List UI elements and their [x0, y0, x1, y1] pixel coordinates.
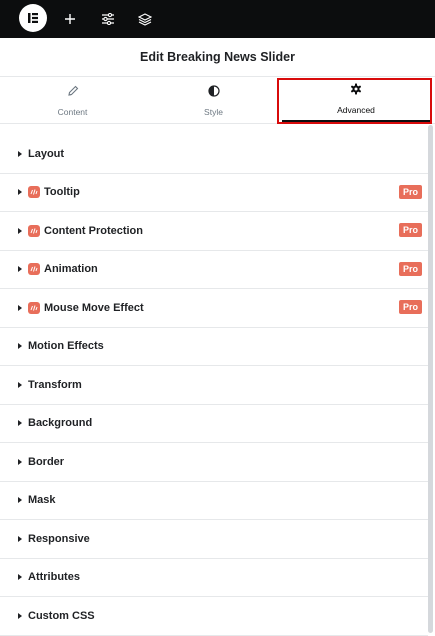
- section-border[interactable]: Border: [0, 443, 428, 482]
- section-transform[interactable]: Transform: [0, 366, 428, 405]
- section-label: Responsive: [28, 532, 90, 545]
- tab-advanced[interactable]: Advanced: [282, 77, 430, 123]
- section-label: Content Protection: [44, 224, 143, 237]
- caret-right-icon: [18, 381, 22, 388]
- section-label: Motion Effects: [28, 340, 104, 353]
- tab-content[interactable]: Content: [0, 77, 145, 123]
- section-layout[interactable]: Layout: [0, 135, 428, 174]
- tab-style[interactable]: Style: [145, 77, 282, 123]
- section-responsive[interactable]: Responsive: [0, 520, 428, 559]
- pro-badge: Pro: [398, 300, 422, 314]
- section-attributes[interactable]: Attributes: [0, 559, 428, 597]
- caret-right-icon: [18, 266, 22, 273]
- pro-feature-icon: [28, 263, 40, 276]
- pro-feature-icon: [28, 186, 40, 199]
- sliders-icon[interactable]: [98, 9, 118, 29]
- pro-badge: Pro: [398, 223, 422, 237]
- section-label: Animation: [44, 263, 98, 276]
- section-tooltip[interactable]: Tooltip Pro: [0, 174, 428, 212]
- section-label: Mask: [28, 494, 56, 507]
- caret-right-icon: [18, 304, 22, 311]
- tab-style-label: Style: [204, 106, 223, 117]
- section-label: Mouse Move Effect: [44, 301, 144, 314]
- caret-right-icon: [18, 574, 22, 581]
- pro-badge: Pro: [398, 261, 422, 276]
- elementor-logo-icon[interactable]: [19, 4, 47, 32]
- scrollbar[interactable]: [428, 125, 433, 633]
- section-label: Layout: [28, 147, 65, 160]
- section-mask[interactable]: Mask: [0, 482, 428, 520]
- pro-feature-icon: [28, 301, 40, 314]
- panel-tabs: Content Style Advanced: [0, 77, 435, 124]
- caret-right-icon: [18, 458, 22, 465]
- pencil-icon: [67, 84, 79, 102]
- caret-right-icon: [18, 227, 22, 234]
- section-label: Custom CSS: [28, 609, 95, 622]
- section-label: Tooltip: [44, 186, 80, 199]
- caret-right-icon: [18, 420, 22, 427]
- layers-icon[interactable]: [135, 9, 155, 29]
- caret-right-icon: [18, 497, 22, 504]
- gear-icon: [350, 82, 362, 100]
- half-circle-icon: [207, 84, 220, 102]
- plus-icon[interactable]: [60, 9, 80, 29]
- caret-right-icon: [18, 612, 22, 619]
- section-custom-css[interactable]: Custom CSS: [0, 597, 428, 636]
- tab-advanced-label: Advanced: [337, 105, 375, 115]
- top-toolbar: [0, 0, 435, 38]
- caret-right-icon: [18, 343, 22, 350]
- caret-right-icon: [18, 535, 22, 542]
- panel-header: Edit Breaking News Slider: [0, 38, 435, 77]
- pro-feature-icon: [28, 224, 40, 237]
- caret-right-icon: [18, 189, 22, 196]
- section-motion-effects[interactable]: Motion Effects: [0, 328, 428, 366]
- section-background[interactable]: Background: [0, 405, 428, 443]
- pro-badge: Pro: [398, 184, 422, 199]
- section-label: Background: [28, 417, 93, 430]
- tab-content-label: Content: [57, 106, 88, 117]
- section-list: Layout Tooltip Pro Content Protection Pr…: [0, 135, 428, 636]
- caret-right-icon: [18, 150, 22, 157]
- section-label: Transform: [28, 378, 82, 391]
- section-animation[interactable]: Animation Pro: [0, 251, 428, 289]
- section-label: Attributes: [28, 571, 80, 584]
- section-content-protection[interactable]: Content Protection Pro: [0, 212, 428, 251]
- page-title: Edit Breaking News Slider: [140, 50, 295, 64]
- section-label: Border: [28, 455, 65, 468]
- section-mouse-move-effect[interactable]: Mouse Move Effect Pro: [0, 289, 428, 328]
